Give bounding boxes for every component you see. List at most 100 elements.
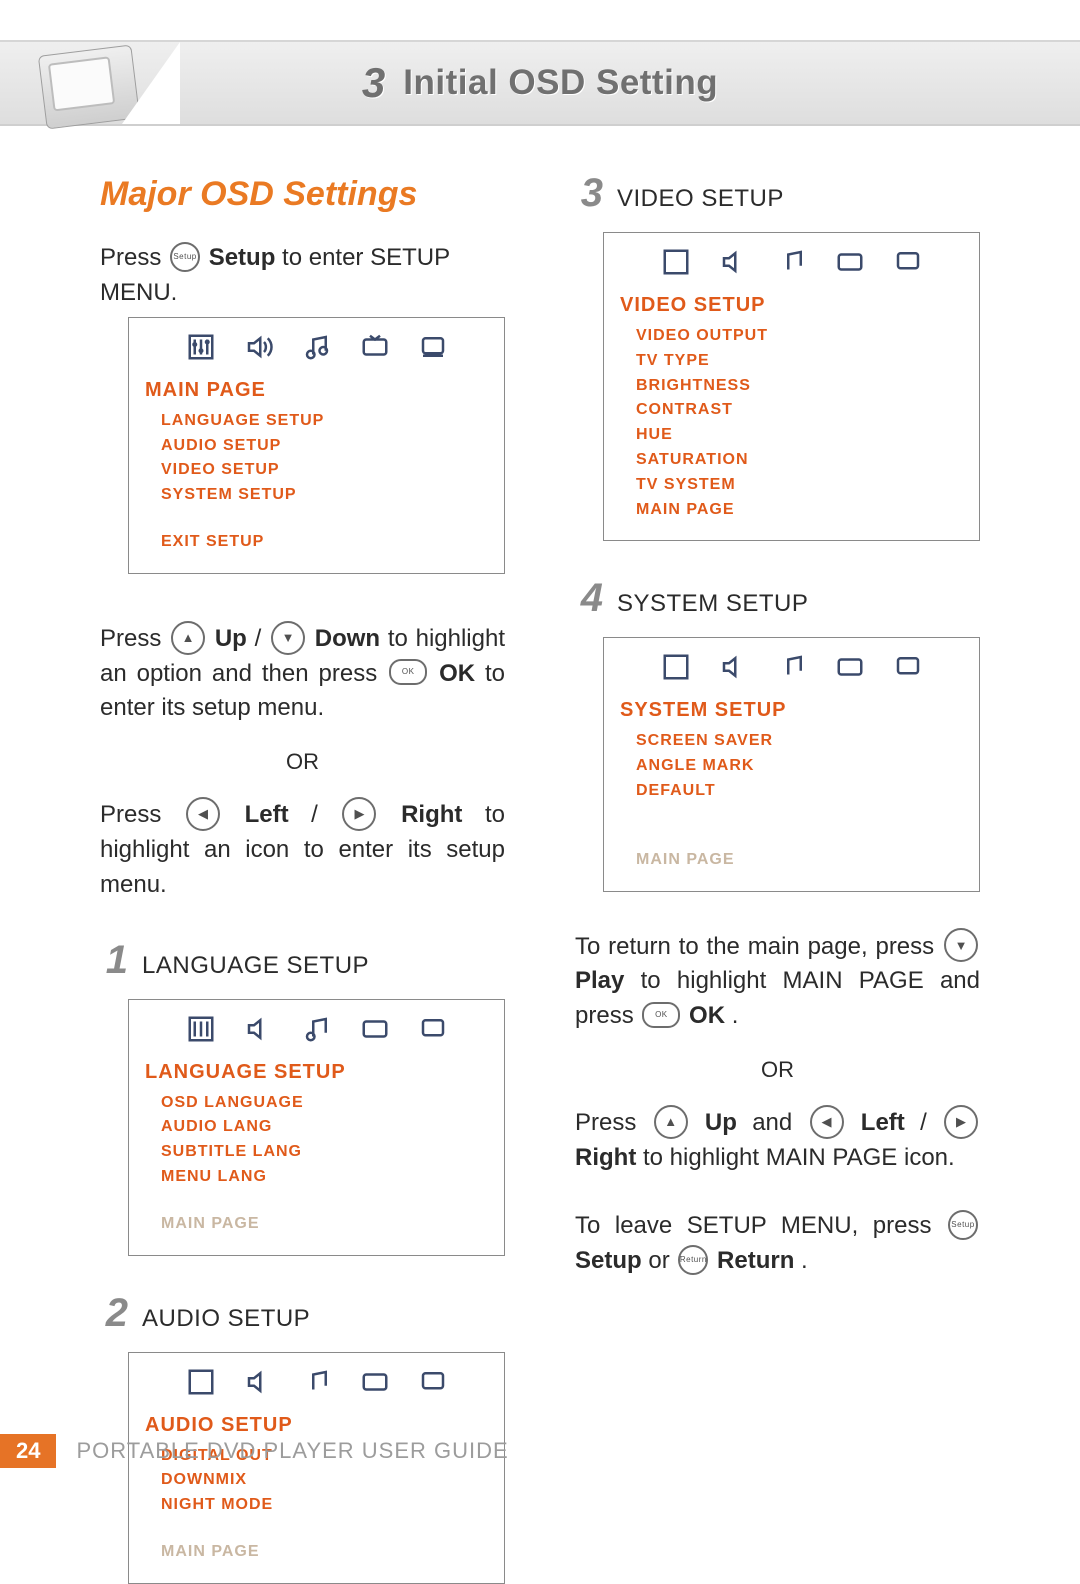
- text: .: [732, 1002, 739, 1029]
- text: or: [648, 1247, 676, 1274]
- osd-speaker-icon: [719, 652, 749, 682]
- text: to highlight MAIN PAGE and press: [575, 967, 980, 1029]
- osd-note-icon: [302, 1014, 332, 1044]
- icon-label: OK: [655, 1011, 668, 1019]
- icon-label: OK: [402, 668, 415, 676]
- text-bold: Down: [315, 625, 380, 652]
- setup-button-icon: Setup: [948, 1210, 978, 1240]
- step-4-row: 4 SYSTEM SETUP: [575, 569, 980, 627]
- step-label: AUDIO SETUP: [142, 1302, 310, 1337]
- text: Press: [100, 244, 168, 271]
- text: /: [255, 625, 269, 652]
- osd-note-icon: [302, 1367, 332, 1397]
- osd-main-page: MAIN PAGE LANGUAGE SETUP AUDIO SETUP VID…: [128, 317, 505, 574]
- right-button-icon: ▶: [944, 1105, 978, 1139]
- osd-speaker-icon: [719, 247, 749, 277]
- step-number: 1: [100, 931, 128, 989]
- content-area: Major OSD Settings Press Setup Setup to …: [100, 160, 980, 1409]
- text: /: [311, 801, 340, 828]
- text: Press: [100, 801, 184, 828]
- osd-speaker-icon: [244, 1367, 274, 1397]
- osd-item: MENU LANG: [161, 1165, 488, 1190]
- press-up-down-para: Press ▲ Up / ▼ Down to highlight an opti…: [100, 622, 505, 726]
- osd-sliders-icon: [186, 1367, 216, 1397]
- right-column: 3 VIDEO SETUP VIDEO SETUP VIDEO OUTPUT T…: [575, 160, 980, 1409]
- step-1-row: 1 LANGUAGE SETUP: [100, 931, 505, 989]
- osd-item: AUDIO LANG: [161, 1115, 488, 1140]
- page-number: 24: [0, 1434, 56, 1468]
- text-bold: Left: [861, 1109, 905, 1136]
- osd-item: NIGHT MODE: [161, 1493, 488, 1518]
- text: .: [801, 1247, 808, 1274]
- text-bold: Right: [401, 801, 462, 828]
- osd-item: OSD LANGUAGE: [161, 1091, 488, 1116]
- osd-header: MAIN PAGE: [145, 376, 488, 405]
- down-button-icon: ▼: [271, 621, 305, 655]
- osd-sliders-icon: [186, 332, 216, 362]
- osd-item: VIDEO OUTPUT: [636, 324, 963, 349]
- page-footer: 24 PORTABLE DVD PLAYER USER GUIDE: [0, 1433, 620, 1469]
- step-label: SYSTEM SETUP: [617, 587, 808, 622]
- step-label: LANGUAGE SETUP: [142, 949, 369, 984]
- text-bold: Up: [705, 1109, 737, 1136]
- text-bold: Return: [717, 1247, 794, 1274]
- up-button-icon: ▲: [171, 621, 205, 655]
- chapter-header-band: 3 Initial OSD Setting: [0, 40, 1080, 126]
- osd-item: TV SYSTEM: [636, 473, 963, 498]
- text-bold: Setup: [209, 244, 276, 271]
- osd-item: AUDIO SETUP: [161, 434, 488, 459]
- icon-label: Return: [680, 1256, 707, 1264]
- osd-header: SYSTEM SETUP: [620, 696, 963, 725]
- osd-footer: MAIN PAGE: [161, 1540, 488, 1565]
- or-divider: OR: [100, 746, 505, 778]
- step-number: 2: [100, 1284, 128, 1342]
- osd-speaker-icon: [244, 1014, 274, 1044]
- osd-item: MAIN PAGE: [636, 498, 963, 523]
- osd-system-setup: SYSTEM SETUP SCREEN SAVER ANGLE MARK DEF…: [603, 637, 980, 891]
- text-bold: Right: [575, 1144, 636, 1171]
- step-3-row: 3 VIDEO SETUP: [575, 164, 980, 222]
- osd-icon-row: [145, 1367, 488, 1397]
- osd-icon-row: [620, 247, 963, 277]
- osd-icon-row: [620, 652, 963, 682]
- osd-gear-icon: [418, 332, 448, 362]
- text: To return to the main page, press: [575, 933, 942, 960]
- left-column: Major OSD Settings Press Setup Setup to …: [100, 160, 505, 1409]
- osd-item: ANGLE MARK: [636, 754, 963, 779]
- osd-sliders-icon: [661, 652, 691, 682]
- return-main-page-para: To return to the main page, press ▼ Play…: [575, 930, 980, 1034]
- osd-header: VIDEO SETUP: [620, 291, 963, 320]
- chapter-number: 3: [362, 59, 385, 107]
- osd-tv-icon: [360, 1367, 390, 1397]
- osd-tv-icon: [360, 1014, 390, 1044]
- osd-gear-icon: [893, 652, 923, 682]
- down-button-icon: ▼: [944, 928, 978, 962]
- left-button-icon: ◀: [186, 797, 220, 831]
- step-number: 3: [575, 164, 603, 222]
- step-label: VIDEO SETUP: [617, 182, 784, 217]
- press-up-left-right-para: Press ▲ Up and ◀ Left / ▶ Right to highl…: [575, 1106, 980, 1176]
- osd-item: SATURATION: [636, 448, 963, 473]
- ok-button-icon: OK: [389, 659, 427, 685]
- osd-note-icon: [777, 247, 807, 277]
- footer-title: PORTABLE DVD PLAYER USER GUIDE: [76, 1438, 508, 1464]
- osd-item: CONTRAST: [636, 398, 963, 423]
- chapter-title: Initial OSD Setting: [403, 63, 718, 103]
- text: Press: [100, 625, 169, 652]
- setup-button-icon: Setup: [170, 242, 200, 272]
- osd-language-setup: LANGUAGE SETUP OSD LANGUAGE AUDIO LANG S…: [128, 999, 505, 1256]
- osd-item: DOWNMIX: [161, 1468, 488, 1493]
- osd-item: DEFAULT: [636, 779, 963, 804]
- osd-item: TV TYPE: [636, 349, 963, 374]
- text-bold: OK: [439, 660, 475, 687]
- osd-item: LANGUAGE SETUP: [161, 409, 488, 434]
- osd-header: LANGUAGE SETUP: [145, 1058, 488, 1087]
- intro-press-setup: Press Setup Setup to enter SETUP MENU.: [100, 241, 505, 311]
- step-number: 4: [575, 569, 603, 627]
- ok-button-icon: OK: [642, 1002, 680, 1028]
- osd-speaker-icon: [244, 332, 274, 362]
- osd-icon-row: [145, 1014, 488, 1044]
- leave-setup-para: To leave SETUP MENU, press Setup Setup o…: [575, 1209, 980, 1279]
- osd-gear-icon: [418, 1367, 448, 1397]
- osd-tv-icon: [360, 332, 390, 362]
